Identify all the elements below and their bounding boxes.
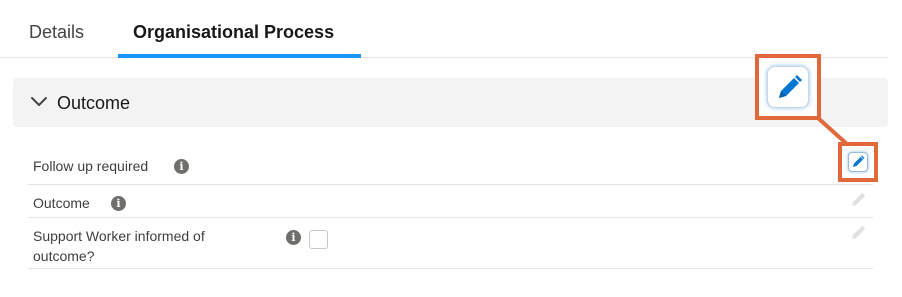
edit-follow-up-required-button[interactable] (848, 152, 868, 172)
zoom-callout-box (755, 54, 821, 120)
support-worker-informed-checkbox[interactable] (309, 230, 328, 249)
field-row-support-worker-informed: Support Worker informed of outcome? i (28, 218, 873, 269)
pencil-icon[interactable] (849, 224, 867, 242)
field-row-outcome: Outcome i (28, 185, 873, 218)
field-label: Support Worker informed of outcome? (33, 228, 205, 264)
chevron-down-icon (31, 97, 47, 106)
info-icon[interactable]: i (111, 196, 126, 211)
info-icon[interactable]: i (286, 230, 301, 245)
edit-button-zoomed[interactable] (767, 66, 809, 108)
pencil-icon (779, 75, 802, 98)
edit-highlight-box (838, 142, 878, 182)
tab-bar: Details Organisational Process (0, 0, 888, 58)
field-row-follow-up-required: Follow up required i (28, 150, 873, 185)
pencil-icon[interactable] (849, 191, 867, 209)
info-icon[interactable]: i (174, 159, 189, 174)
section-title: Outcome (57, 93, 131, 113)
tab-details[interactable]: Details (29, 22, 84, 43)
pencil-icon (853, 155, 865, 167)
field-label: Follow up required (33, 158, 149, 174)
active-tab-indicator (118, 54, 361, 58)
field-label: Outcome (33, 195, 90, 211)
tab-organisational-process[interactable]: Organisational Process (133, 22, 334, 43)
